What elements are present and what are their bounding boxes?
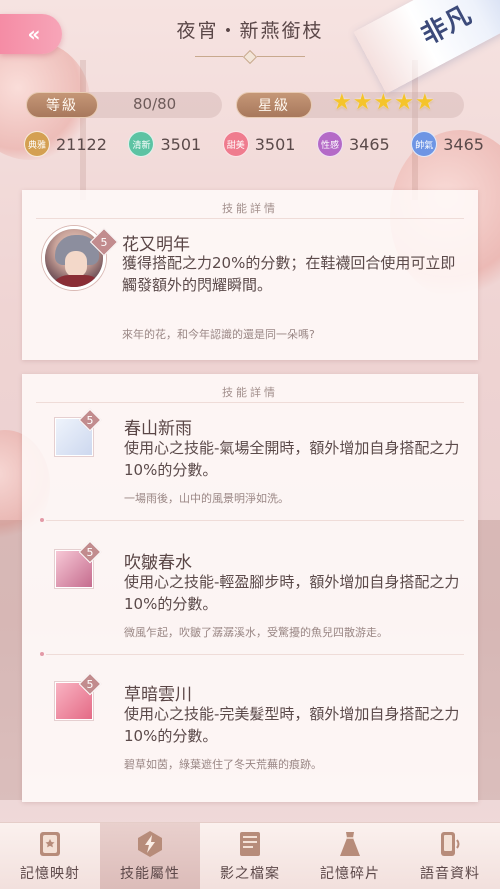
skill-description: 使用心之技能-完美髮型時，額外增加自身搭配之力10%的分數。 [124, 705, 460, 745]
star-icon: ★ [414, 90, 435, 115]
attribute-value: 21122 [56, 134, 107, 154]
nav-label: 語音資料 [420, 866, 480, 882]
title-ornament [195, 49, 305, 65]
bottom-navigation: 記憶映射 技能屬性 影之檔案 記憶碎片 語音資料 [0, 822, 500, 889]
memory-card-icon [35, 829, 65, 859]
attribute-value: 3465 [348, 134, 390, 154]
nav-item[interactable]: 影之檔案 [200, 823, 300, 889]
nav-label: 記憶映射 [20, 866, 80, 882]
nav-label: 記憶碎片 [320, 866, 380, 882]
main-skill-panel: 技能詳情 5 花又明年 獲得搭配之力20%的分數；在鞋襪回合使用可立即觸發額外的… [22, 190, 478, 360]
skill-lightning-icon [135, 829, 165, 859]
skill-name: 春山新雨 [124, 419, 192, 439]
skill-flavor: 一場雨後，山中的風景明淨如洗。 [124, 492, 289, 505]
attribute-badge-icon: 性感 [316, 131, 343, 157]
attribute-item: 典雅 21122 [24, 131, 107, 157]
skill-name: 草暗雲川 [124, 685, 192, 705]
skill-description: 使用心之技能-氣場全開時，額外增加自身搭配之力10%的分數。 [124, 439, 460, 479]
skill-flavor: 微風乍起，吹皺了潺潺溪水，受驚擾的魚兒四散游走。 [124, 626, 388, 639]
attribute-item: 帥氣 3465 [411, 131, 484, 157]
attribute-badge-icon: 甜美 [222, 131, 249, 157]
sub-skills-panel: 技能詳情 5 春山新雨 使用心之技能-氣場全開時，額外增加自身搭配之力10%的分… [22, 374, 478, 802]
voice-phone-icon [435, 829, 465, 859]
panel-header: 技能詳情 [222, 386, 278, 399]
star-icon: ★ [352, 90, 373, 115]
attribute-value: 3501 [254, 134, 296, 154]
star-icon: ★ [373, 90, 394, 115]
divider [40, 652, 464, 656]
star-label: 星級 [236, 92, 312, 118]
attribute-value: 3465 [443, 134, 484, 154]
skill-name: 吹皺春水 [124, 553, 192, 573]
attribute-item: 性感 3465 [316, 131, 390, 157]
attribute-badge-icon: 典雅 [24, 131, 50, 157]
star-rating: ★ ★ ★ ★ ★ [332, 90, 435, 116]
nav-item[interactable]: 記憶映射 [0, 823, 100, 889]
document-icon [235, 829, 265, 859]
dress-icon [335, 829, 365, 859]
star-icon: ★ [394, 90, 414, 115]
attribute-item: 清新 3501 [128, 131, 201, 157]
attribute-badge-icon: 帥氣 [411, 131, 438, 157]
skill-description: 使用心之技能-輕盈腳步時，額外增加自身搭配之力10%的分數。 [124, 573, 460, 613]
level-value: 80/80 [133, 95, 177, 113]
nav-item[interactable]: 記憶碎片 [300, 823, 400, 889]
nav-item[interactable]: 語音資料 [400, 823, 500, 889]
nav-label: 影之檔案 [220, 866, 280, 882]
nav-item[interactable]: 技能屬性 [100, 823, 200, 889]
rarity-tag: 非凡 [353, 0, 500, 94]
main-skill-flavor: 來年的花，和今年認識的還是同一朵嗎? [122, 328, 315, 341]
panel-header: 技能詳情 [222, 202, 278, 215]
skill-flavor: 碧草如茵，綠葉遮住了冬天荒蕪的痕跡。 [124, 758, 322, 771]
attribute-row: 典雅 21122 清新 3501 甜美 3501 性感 3465 帥氣 3465 [24, 131, 484, 157]
attribute-badge-icon: 清新 [128, 131, 155, 157]
attribute-item: 甜美 3501 [222, 131, 296, 157]
divider [40, 518, 464, 522]
star-icon: ★ [332, 90, 352, 115]
attribute-value: 3501 [160, 134, 202, 154]
main-skill-description: 獲得搭配之力20%的分數；在鞋襪回合使用可立即觸發額外的閃耀瞬間。 [122, 254, 456, 294]
nav-label: 技能屬性 [120, 866, 180, 882]
level-label: 等級 [26, 92, 98, 118]
